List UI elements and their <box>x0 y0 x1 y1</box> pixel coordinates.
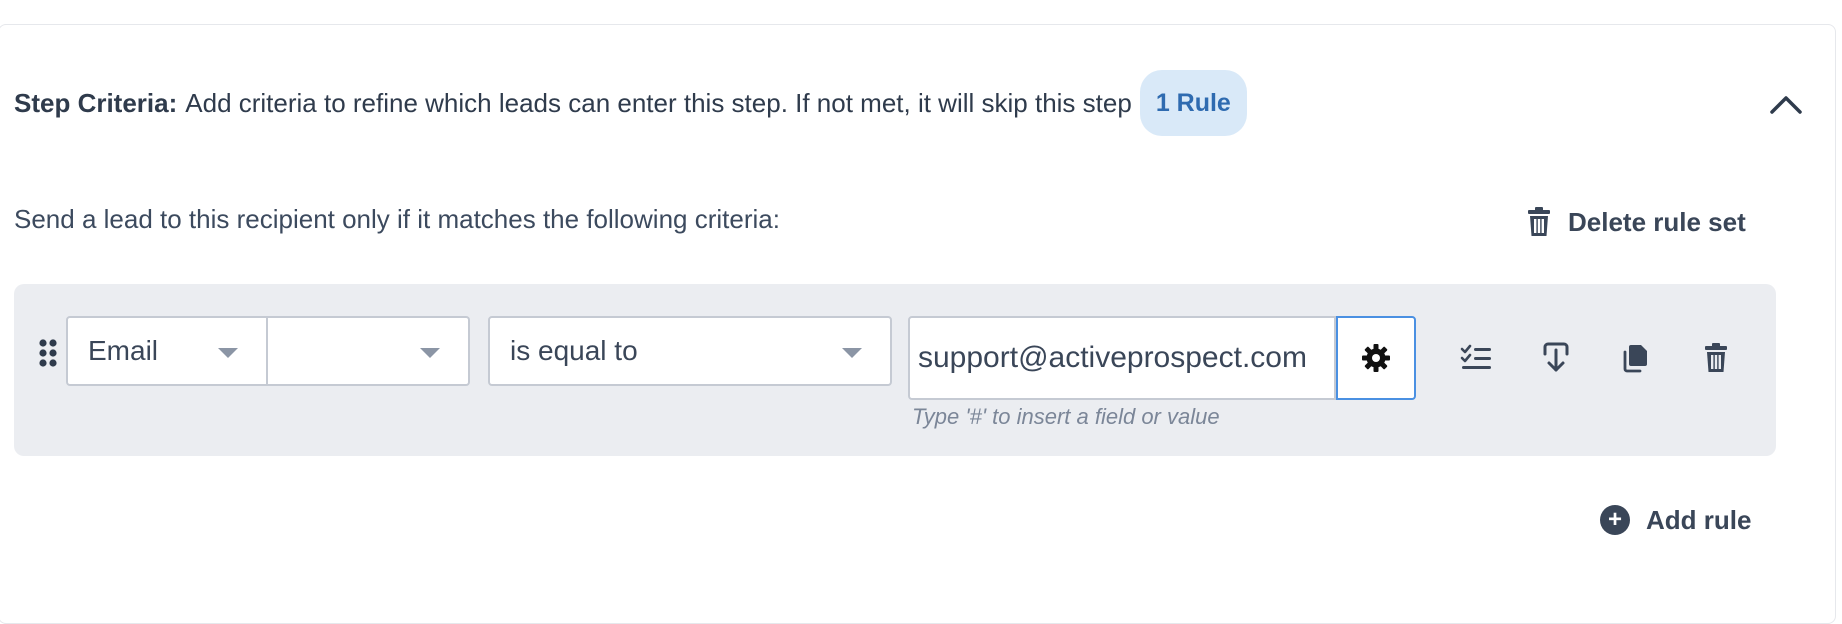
list-check-icon <box>1460 344 1491 369</box>
add-rule-label: Add rule <box>1646 504 1752 535</box>
plus-circle-icon: + <box>1600 505 1630 535</box>
field-select[interactable]: Email <box>66 316 268 386</box>
operator-select[interactable]: is equal to <box>488 316 892 386</box>
field-select-value: Email <box>88 335 159 366</box>
trash-icon <box>1705 343 1727 372</box>
copy-icon <box>1623 345 1647 373</box>
trash-icon <box>1528 207 1550 236</box>
add-rule-button[interactable]: + Add rule <box>1600 500 1751 540</box>
subfield-select[interactable] <box>268 316 470 386</box>
value-hint: Type '#' to insert a field or value <box>912 404 1220 429</box>
step-criteria-label: Step Criteria: <box>14 87 178 118</box>
operator-select-value: is equal to <box>510 335 638 366</box>
caret-down-icon <box>218 348 238 358</box>
rule-row: Email is equal to Type '#' to insert <box>14 284 1776 456</box>
delete-rule-button[interactable] <box>1696 338 1736 378</box>
value-input[interactable] <box>908 316 1336 400</box>
collapse-button[interactable] <box>1766 88 1806 120</box>
rule-count-badge: 1 Rule <box>1139 70 1247 136</box>
delete-rule-set-button[interactable]: Delete rule set <box>1526 200 1746 244</box>
download-arrow-icon <box>1543 342 1569 372</box>
caret-down-icon <box>420 348 440 358</box>
step-criteria-description: Add criteria to refine which leads can e… <box>185 87 1132 118</box>
caret-down-icon <box>842 348 862 358</box>
duplicate-rule-button[interactable] <box>1616 338 1656 378</box>
delete-rule-set-label: Delete rule set <box>1568 206 1746 237</box>
chevron-up-icon <box>1770 96 1802 114</box>
value-settings-button[interactable] <box>1336 316 1416 400</box>
criteria-subtitle: Send a lead to this recipient only if it… <box>14 204 780 234</box>
drag-handle[interactable] <box>38 338 58 368</box>
list-check-button[interactable] <box>1456 338 1496 378</box>
drag-handle-icon <box>39 339 57 367</box>
gear-icon <box>1362 344 1390 372</box>
insert-below-button[interactable] <box>1536 338 1576 378</box>
step-criteria-header: Step Criteria: Add criteria to refine wh… <box>14 70 1814 136</box>
